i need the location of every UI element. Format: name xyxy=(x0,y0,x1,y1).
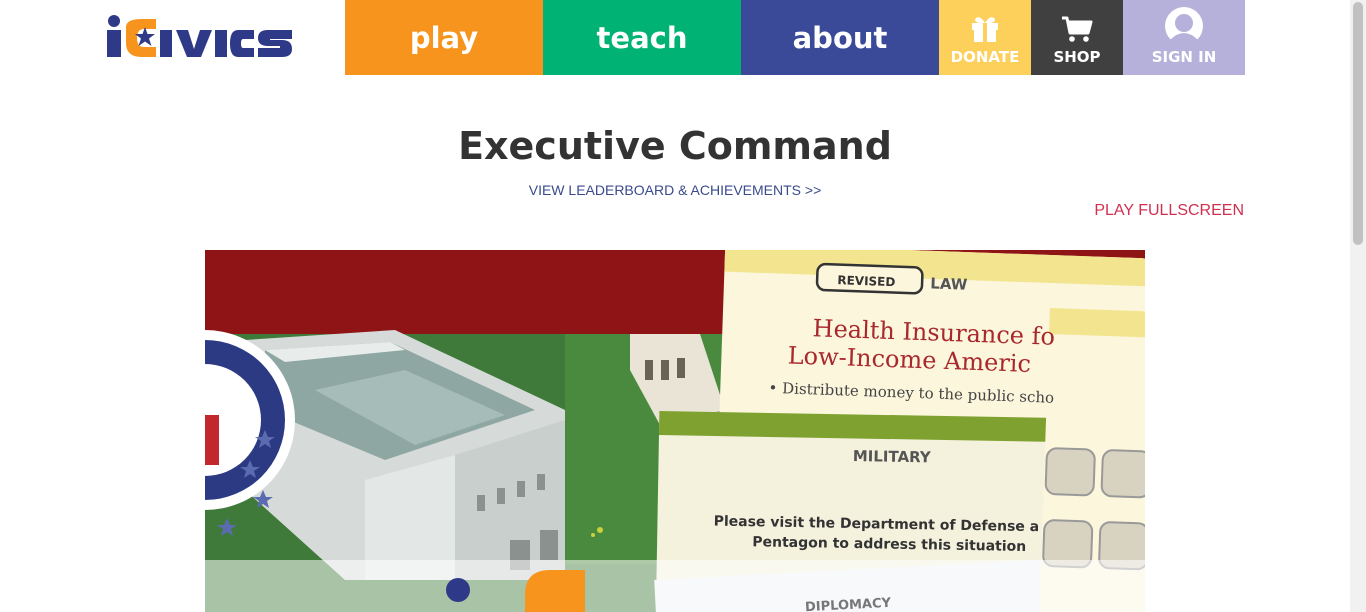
nav-play[interactable]: play xyxy=(345,0,543,75)
nav-teach[interactable]: teach xyxy=(543,0,741,75)
nav-sign-in-label: SIGN IN xyxy=(1151,48,1217,66)
scroll-thumb[interactable] xyxy=(1353,2,1363,245)
user-avatar-icon xyxy=(1164,6,1204,46)
military-category: MILITARY xyxy=(852,446,931,467)
play-fullscreen-link[interactable]: PLAY FULLSCREEN xyxy=(1094,202,1244,220)
nav-shop-label: SHOP xyxy=(1053,48,1101,66)
diplomacy-category: DIPLOMACY xyxy=(804,595,892,612)
nav-play-label: play xyxy=(409,20,479,55)
revised-stamp: REVISED xyxy=(837,273,896,290)
nav-about-label: about xyxy=(792,20,888,55)
nav-donate[interactable]: DONATE xyxy=(939,0,1031,75)
main-nav: play teach about DONATE SHOP SIGN IN xyxy=(345,0,1245,75)
gift-icon xyxy=(970,14,1000,44)
page-title: Executive Command xyxy=(458,124,892,168)
nav-shop[interactable]: SHOP xyxy=(1031,0,1123,75)
cart-icon xyxy=(1061,14,1093,44)
nav-donate-label: DONATE xyxy=(950,48,1020,66)
icivics-logo[interactable]: iCivics xyxy=(104,13,294,59)
nav-about[interactable]: about xyxy=(741,0,939,75)
nav-sign-in[interactable]: SIGN IN xyxy=(1123,0,1245,75)
law-category: LAW xyxy=(930,274,968,294)
game-preview[interactable]: REVISED LAW Health Insurance fo Low-Inco… xyxy=(205,250,1145,612)
page-scrollbar[interactable] xyxy=(1350,0,1366,612)
nav-teach-label: teach xyxy=(596,20,688,55)
leaderboard-link[interactable]: VIEW LEADERBOARD & ACHIEVEMENTS >> xyxy=(0,182,1350,198)
